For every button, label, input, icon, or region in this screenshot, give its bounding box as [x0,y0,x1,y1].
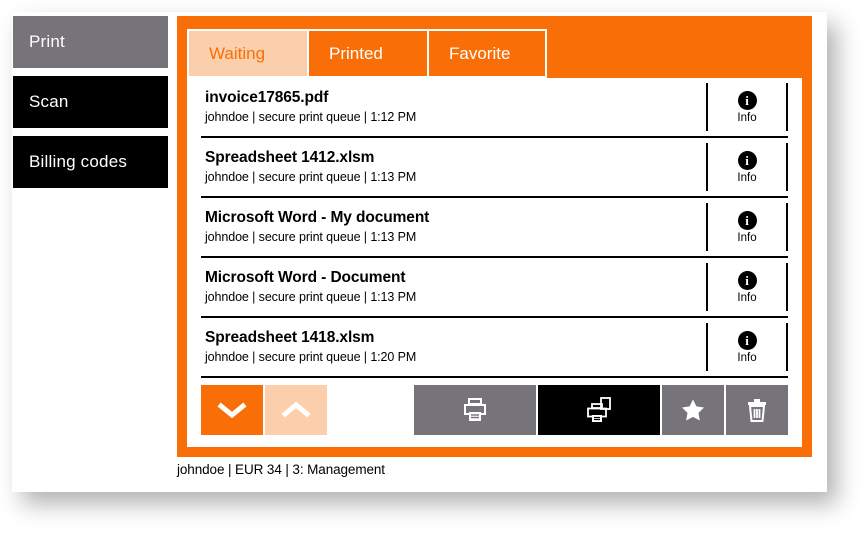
job-text: Microsoft Word - My document johndoe | s… [201,208,706,246]
chevron-down-icon [217,402,247,419]
job-actions [414,385,788,435]
table-row[interactable]: Microsoft Word - My document johndoe | s… [201,198,788,258]
sidebar: Print Scan Billing codes [13,16,168,188]
action-toolbar [201,385,788,435]
chevron-up-icon [281,401,311,418]
status-bar: johndoe | EUR 34 | 3: Management [177,462,385,477]
star-icon [682,399,704,421]
info-button[interactable]: i Info [706,263,788,311]
content-card: invoice17865.pdf johndoe | secure print … [187,78,802,447]
table-row[interactable]: Spreadsheet 1412.xlsm johndoe | secure p… [201,138,788,198]
tab-label: Waiting [209,43,266,63]
job-text: invoice17865.pdf johndoe | secure print … [201,88,706,126]
job-text: Spreadsheet 1412.xlsm johndoe | secure p… [201,148,706,186]
delete-button[interactable] [726,385,788,435]
info-button[interactable]: i Info [706,143,788,191]
job-text: Spreadsheet 1418.xlsm johndoe | secure p… [201,328,706,366]
favorite-button[interactable] [662,385,724,435]
tab-printed[interactable]: Printed [307,29,427,78]
print-and-keep-button[interactable] [538,385,660,435]
table-row[interactable]: Spreadsheet 1418.xlsm johndoe | secure p… [201,318,788,378]
print-and-keep-icon [587,397,611,422]
scroll-controls [201,385,327,435]
job-title: invoice17865.pdf [205,89,329,106]
info-icon: i [737,330,757,350]
scroll-down-button[interactable] [201,385,263,435]
info-button-label: Info [737,291,757,304]
info-icon: i [737,150,757,170]
trash-icon [748,399,766,422]
info-button[interactable]: i Info [706,83,788,131]
tab-favorite[interactable]: Favorite [427,29,547,78]
job-meta: johndoe | secure print queue | 1:12 PM [205,110,417,124]
tab-label: Favorite [449,43,511,63]
info-button[interactable]: i Info [706,323,788,371]
info-button-label: Info [737,231,757,244]
info-button-label: Info [737,351,757,364]
job-text: Microsoft Word - Document johndoe | secu… [201,268,706,306]
sidebar-item-billing-codes[interactable]: Billing codes [13,136,168,188]
job-meta: johndoe | secure print queue | 1:13 PM [205,170,417,184]
tab-waiting[interactable]: Waiting [187,29,307,78]
job-meta: johndoe | secure print queue | 1:13 PM [205,290,417,304]
main-panel: Waiting Printed Favorite invoice17865.pd… [177,16,812,457]
job-meta: johndoe | secure print queue | 1:20 PM [205,350,417,364]
job-title: Spreadsheet 1418.xlsm [205,329,375,346]
sidebar-item-label: Print [29,32,65,51]
tab-strip: Waiting Printed Favorite [187,29,547,78]
sidebar-item-print[interactable]: Print [13,16,168,68]
info-button[interactable]: i Info [706,203,788,251]
screen: Print Scan Billing codes Waiting Printed… [0,0,865,545]
print-job-list: invoice17865.pdf johndoe | secure print … [187,78,802,383]
sidebar-item-scan[interactable]: Scan [13,76,168,128]
info-icon: i [737,270,757,290]
table-row[interactable]: invoice17865.pdf johndoe | secure print … [201,78,788,138]
sidebar-item-label: Billing codes [29,152,128,171]
info-button-label: Info [737,171,757,184]
info-icon: i [737,210,757,230]
tab-label: Printed [329,43,383,63]
job-meta: johndoe | secure print queue | 1:13 PM [205,230,417,244]
printer-icon [464,398,486,421]
table-row[interactable]: Microsoft Word - Document johndoe | secu… [201,258,788,318]
job-title: Microsoft Word - My document [205,209,430,226]
print-button[interactable] [414,385,536,435]
info-button-label: Info [737,111,757,124]
scroll-up-button[interactable] [265,385,327,435]
sidebar-item-label: Scan [29,92,69,111]
job-title: Microsoft Word - Document [205,269,406,286]
info-icon: i [737,90,757,110]
job-title: Spreadsheet 1412.xlsm [205,149,375,166]
